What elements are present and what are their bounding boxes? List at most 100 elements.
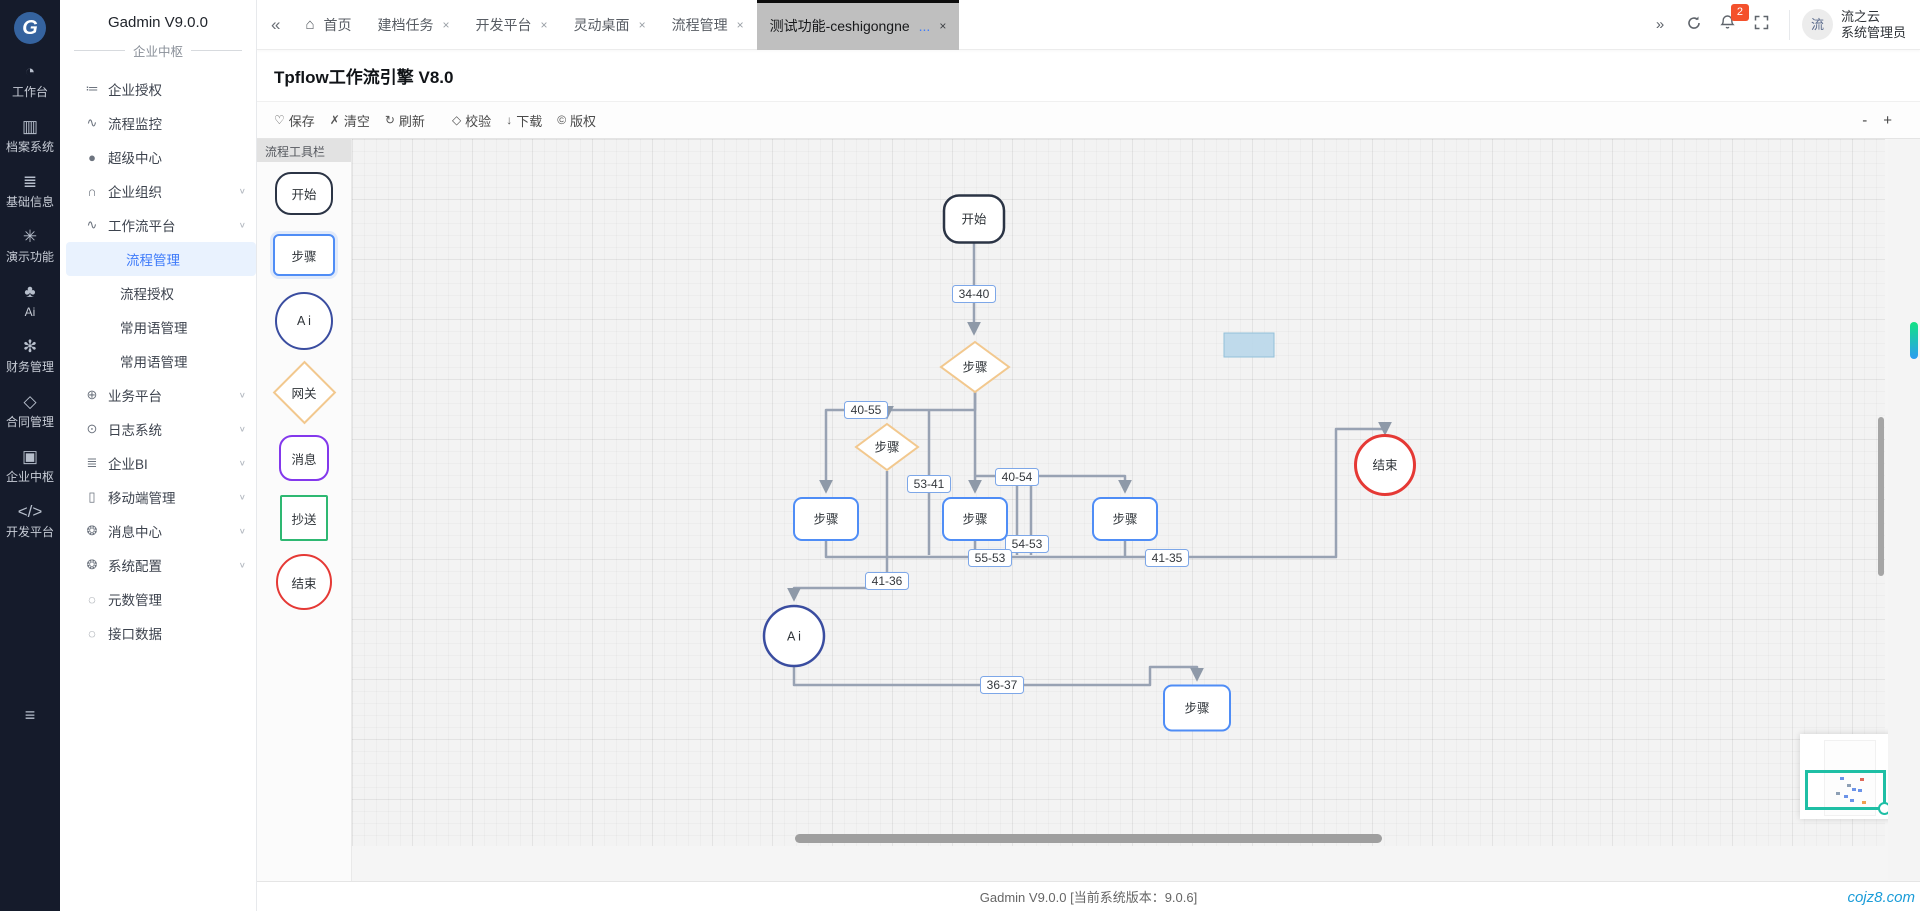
tab-测试功能-ceshigongne[interactable]: 测试功能-ceshigongne...× <box>757 0 960 50</box>
sidebar-item-流程监控[interactable]: ∿流程监控 <box>60 106 256 140</box>
rail-item-合同管理[interactable]: ◇合同管理 <box>0 392 60 430</box>
minimap[interactable] <box>1800 734 1899 819</box>
palette-node-结束[interactable]: 结束 <box>257 548 351 616</box>
tab-灵动桌面[interactable]: 灵动桌面× <box>561 0 659 50</box>
collapse-menu-icon[interactable]: ≡ <box>0 705 60 726</box>
tabs-collapse-icon[interactable]: « <box>257 15 292 35</box>
sidebar-item-系统配置[interactable]: ❂系统配置∨ <box>60 548 256 582</box>
zoom-out-button[interactable]: - <box>1862 112 1867 129</box>
sidebar-item-label: 企业BI <box>108 453 148 473</box>
toolbar-button-刷新[interactable]: ↻刷新 <box>385 111 425 130</box>
rail-item-演示功能[interactable]: ✳演示功能 <box>0 227 60 265</box>
close-icon[interactable]: × <box>939 19 946 33</box>
notification-bell-icon[interactable]: 2 <box>1711 14 1745 35</box>
flow-node-步骤-55[interactable]: 步骤 <box>856 424 918 470</box>
user-info[interactable]: 流之云 系统管理员 <box>1841 9 1906 41</box>
sidebar-item-日志系统[interactable]: ⊙日志系统∨ <box>60 412 256 446</box>
rail-item-label: 演示功能 <box>0 249 60 265</box>
toolbar-button-保存[interactable]: ♡保存 <box>274 111 315 130</box>
close-icon[interactable]: × <box>737 18 744 32</box>
palette-node-开始[interactable]: 开始 <box>257 162 351 224</box>
sidebar-item-label: 日志系统 <box>108 419 162 439</box>
sidebar-item-工作流平台[interactable]: ∿工作流平台∨ <box>60 208 256 242</box>
sidebar-item-label: 企业组织 <box>108 181 162 201</box>
svg-text:36-37: 36-37 <box>987 678 1018 692</box>
palette-node-抄送[interactable]: 抄送 <box>257 488 351 548</box>
close-icon[interactable]: × <box>639 18 646 32</box>
tab-建档任务[interactable]: 建档任务× <box>365 0 463 50</box>
vertical-scrollbar[interactable] <box>1878 417 1884 576</box>
flow-edge-55-53 <box>826 541 990 557</box>
side-helper-widget[interactable] <box>1910 322 1918 359</box>
rail-item-label: 企业中枢 <box>0 469 60 485</box>
sidebar-item-企业授权[interactable]: ≔企业授权 <box>60 72 256 106</box>
toolbar-button-版权[interactable]: ©版权 <box>557 111 596 130</box>
refresh-icon[interactable] <box>1677 15 1711 35</box>
sidebar-item-label: 超级中心 <box>108 147 162 167</box>
tabs-expand-icon[interactable]: » <box>1643 16 1677 33</box>
home-icon: ⌂ <box>305 16 314 33</box>
tab-流程管理[interactable]: 流程管理× <box>659 0 757 50</box>
palette-node-A i[interactable]: A i <box>257 286 351 356</box>
flow-node-步骤-37[interactable]: 步骤 <box>1164 686 1230 731</box>
flow-node-步骤-53[interactable]: 步骤 <box>943 498 1007 540</box>
rail-item-档案系统[interactable]: ▥档案系统 <box>0 117 60 155</box>
palette-node-步骤[interactable]: 步骤 <box>257 224 351 286</box>
rail-item-财务管理[interactable]: ✻财务管理 <box>0 337 60 375</box>
sidebar-item-业务平台[interactable]: ⊕业务平台∨ <box>60 378 256 412</box>
zoom-in-button[interactable]: + <box>1883 112 1892 129</box>
palette-node-网关[interactable]: 网关 <box>257 356 351 428</box>
flow-node-开始-34[interactable]: 开始 <box>944 196 1004 243</box>
divider <box>1789 10 1790 40</box>
clock-icon: ⊙ <box>84 421 100 437</box>
toolbar-button-校验[interactable]: ◇校验 <box>452 111 491 130</box>
toolbar-button-下载[interactable]: ↓下载 <box>506 111 542 130</box>
sidebar-item-常用语管理[interactable]: 常用语管理 <box>60 310 256 344</box>
palette-node-消息[interactable]: 消息 <box>257 428 351 488</box>
flow-node-结束-35[interactable]: 结束 <box>1356 436 1415 495</box>
toolbar-button-label: 下载 <box>516 111 542 130</box>
sidebar-item-超级中心[interactable]: ●超级中心 <box>60 140 256 174</box>
rail-item-Ai[interactable]: ♣Ai <box>0 282 60 320</box>
flow-node-步骤-41[interactable]: 步骤 <box>794 498 858 540</box>
node-palette: 流程工具栏 开始步骤A i网关消息抄送结束 <box>257 139 352 881</box>
sidebar-item-常用语管理[interactable]: 常用语管理 <box>60 344 256 378</box>
rail-item-基础信息[interactable]: ≣基础信息 <box>0 172 60 210</box>
close-icon[interactable]: × <box>443 18 450 32</box>
flow-node-步骤-54[interactable]: 步骤 <box>1093 498 1157 540</box>
zoom-controls: - + <box>1862 112 1920 129</box>
flow-node-步骤-40[interactable]: 步骤 <box>941 342 1009 392</box>
horizontal-scrollbar[interactable] <box>795 834 1382 843</box>
sidebar-item-流程管理[interactable]: 流程管理 <box>66 242 256 276</box>
flow-node-A i-36[interactable]: A i <box>764 606 824 666</box>
tab-开发平台[interactable]: 开发平台× <box>463 0 561 50</box>
selection-rect[interactable] <box>1224 333 1274 357</box>
sidebar-item-label: 流程监控 <box>108 113 162 133</box>
sidebar-item-label: 企业授权 <box>108 79 162 99</box>
icon-rail: G ◔工作台 ▥档案系统 ≣基础信息 ✳演示功能 ♣Ai ✻财务管理 ◇合同管理 ▣企业中枢 <… <box>0 0 60 911</box>
sidebar-item-企业BI[interactable]: ≣企业BI∨ <box>60 446 256 480</box>
rail-item-开发平台[interactable]: </>开发平台 <box>0 502 60 540</box>
sidebar-item-接口数据[interactable]: ◌接口数据 <box>60 616 256 650</box>
tab-首页[interactable]: ⌂首页 <box>292 0 364 50</box>
chevron-down-icon: ∨ <box>239 493 246 502</box>
flow-canvas[interactable]: 34-4040-5553-4140-5454-5355-5341-3541-36… <box>352 139 1885 846</box>
rail-item-工作台[interactable]: ◔工作台 <box>0 62 60 100</box>
app-logo-icon[interactable]: G <box>14 12 46 44</box>
toolbar-button-label: 刷新 <box>399 111 425 130</box>
rail-item-企业中枢[interactable]: ▣企业中枢 <box>0 447 60 485</box>
gear-icon: ❂ <box>84 523 100 539</box>
minimap-viewport[interactable] <box>1805 770 1886 810</box>
sidebar-item-元数管理[interactable]: ◌元数管理 <box>60 582 256 616</box>
sidebar-item-消息中心[interactable]: ❂消息中心∨ <box>60 514 256 548</box>
edge-label-41-36: 41-36 <box>866 573 909 590</box>
avatar[interactable]: 流 <box>1802 9 1833 40</box>
sidebar-item-移动端管理[interactable]: ▯移动端管理∨ <box>60 480 256 514</box>
dashboard-icon: ◔ <box>0 62 60 82</box>
sidebar-item-企业组织[interactable]: ∩企业组织∨ <box>60 174 256 208</box>
close-icon[interactable]: × <box>541 18 548 32</box>
sidebar-item-流程授权[interactable]: 流程授权 <box>60 276 256 310</box>
toolbar-button-清空[interactable]: ✗清空 <box>330 111 370 130</box>
fullscreen-icon[interactable] <box>1745 15 1779 34</box>
svg-text:步骤: 步骤 <box>874 441 899 455</box>
